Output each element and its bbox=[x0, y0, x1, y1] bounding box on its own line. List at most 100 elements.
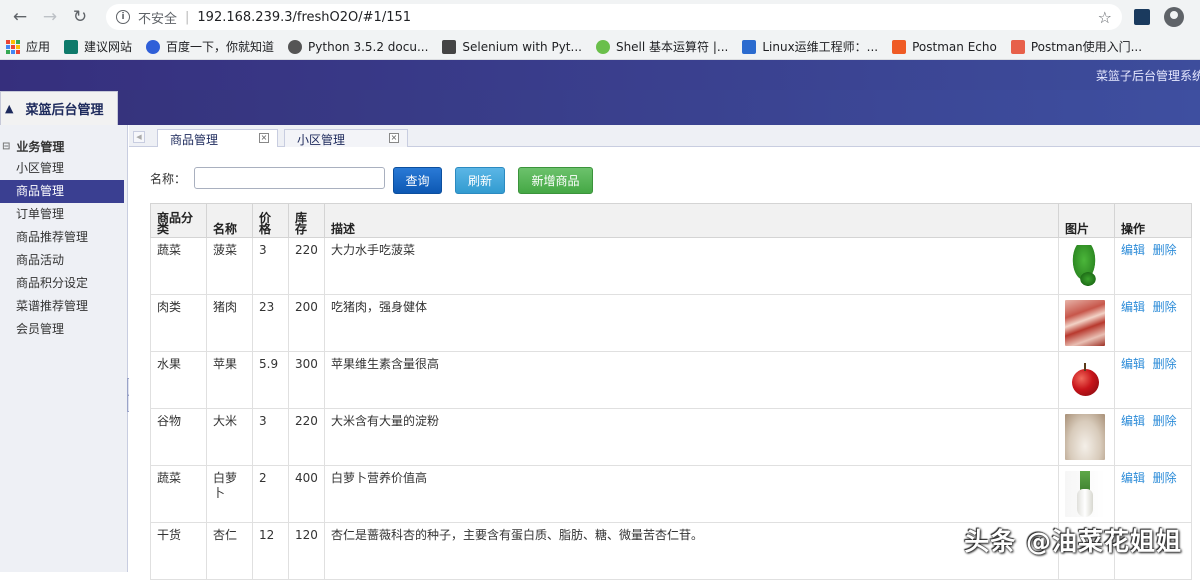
cell-name: 白萝卜 bbox=[207, 466, 253, 523]
search-label: 名称： bbox=[150, 170, 186, 187]
cell-name: 菠菜 bbox=[207, 238, 253, 295]
sidebar-item-activities[interactable]: 商品活动 bbox=[0, 249, 127, 272]
column-header-price[interactable]: 价格 bbox=[253, 204, 289, 238]
cell-stock: 200 bbox=[289, 295, 325, 352]
column-header-name[interactable]: 名称 bbox=[207, 204, 253, 238]
edit-link[interactable]: 编辑 bbox=[1121, 300, 1145, 314]
table-row: 水果 苹果 5.9 300 苹果维生素含量很高 编辑 删除 bbox=[151, 352, 1192, 409]
app-body: ⊟ 业务管理 小区管理 商品管理 订单管理 商品推荐管理 商品活动 商品积分设定… bbox=[0, 125, 1200, 572]
column-header-actions[interactable]: 操作 bbox=[1115, 204, 1192, 238]
column-header-stock[interactable]: 库存 bbox=[289, 204, 325, 238]
cell-category: 干货 bbox=[151, 523, 207, 580]
column-header-category[interactable]: 商品分类 bbox=[151, 204, 207, 238]
refresh-button[interactable]: 刷新 bbox=[455, 167, 505, 194]
sidebar-group-label: 业务管理 bbox=[16, 138, 64, 155]
extension-icon[interactable] bbox=[1134, 9, 1150, 25]
delete-link[interactable]: 删除 bbox=[1153, 471, 1177, 485]
spinach-image bbox=[1065, 243, 1105, 289]
address-bar[interactable]: i 不安全 | 192.168.239.3/freshO2O/#1/151 ☆ bbox=[106, 4, 1122, 30]
profile-icon[interactable] bbox=[1164, 7, 1184, 27]
sidebar-item-points[interactable]: 商品积分设定 bbox=[0, 272, 127, 295]
tab-community[interactable]: 小区管理 × bbox=[284, 129, 408, 148]
sidebar-group-header[interactable]: ⊟ 业务管理 bbox=[0, 135, 127, 157]
bookmarks-bar: 应用 建议网站 百度一下，你就知道 Python 3.5.2 docu... S… bbox=[0, 34, 1200, 60]
app-subheader: ▲ 菜篮后台管理 bbox=[0, 90, 1200, 125]
bookmark-item[interactable]: 建议网站 bbox=[64, 38, 132, 55]
bookmark-item[interactable]: Postman使用入门... bbox=[1011, 38, 1142, 55]
cell-name: 苹果 bbox=[207, 352, 253, 409]
cell-image bbox=[1059, 352, 1115, 409]
delete-link[interactable]: 删除 bbox=[1153, 414, 1177, 428]
cell-actions: 编辑 删除 bbox=[1115, 409, 1192, 466]
collapse-minus-icon[interactable]: ⊟ bbox=[2, 141, 10, 152]
bookmark-item[interactable]: Shell 基本运算符 |... bbox=[596, 38, 728, 55]
cell-image bbox=[1059, 295, 1115, 352]
cell-price: 3 bbox=[253, 409, 289, 466]
cell-image bbox=[1059, 466, 1115, 523]
bookmark-label: 建议网站 bbox=[84, 38, 132, 55]
brand-tab[interactable]: ▲ 菜篮后台管理 bbox=[0, 91, 118, 125]
add-product-button[interactable]: 新增商品 bbox=[518, 167, 593, 194]
forward-arrow-icon[interactable]: → bbox=[38, 5, 62, 29]
apple-image bbox=[1065, 357, 1105, 403]
column-header-description[interactable]: 描述 bbox=[325, 204, 1059, 238]
cell-description: 大力水手吃菠菜 bbox=[325, 238, 1059, 295]
edit-link[interactable]: 编辑 bbox=[1121, 414, 1145, 428]
bookmark-label: Linux运维工程师：... bbox=[762, 38, 878, 55]
sidebar-item-recipes[interactable]: 菜谱推荐管理 bbox=[0, 295, 127, 318]
postman-icon bbox=[892, 40, 906, 54]
edit-link[interactable]: 编辑 bbox=[1121, 357, 1145, 371]
cell-name: 杏仁 bbox=[207, 523, 253, 580]
bookmark-label: Shell 基本运算符 |... bbox=[616, 38, 728, 55]
back-arrow-icon[interactable]: ← bbox=[8, 5, 32, 29]
cell-actions: 编辑 删除 bbox=[1115, 238, 1192, 295]
url-text[interactable]: 192.168.239.3/freshO2O/#1/151 bbox=[197, 10, 411, 25]
info-icon[interactable]: i bbox=[116, 10, 130, 24]
bookmark-item[interactable]: Python 3.5.2 docu... bbox=[288, 40, 428, 54]
delete-link[interactable]: 删除 bbox=[1153, 300, 1177, 314]
cell-description: 大米含有大量的淀粉 bbox=[325, 409, 1059, 466]
radish-image bbox=[1065, 471, 1105, 517]
bookmark-item[interactable]: Linux运维工程师：... bbox=[742, 38, 878, 55]
close-icon[interactable]: × bbox=[259, 133, 269, 143]
cell-stock: 120 bbox=[289, 523, 325, 580]
sidebar-item-products[interactable]: 商品管理 bbox=[0, 180, 124, 203]
tab-label: 小区管理 bbox=[297, 131, 345, 148]
reload-icon[interactable]: ↻ bbox=[68, 5, 92, 29]
bookmark-item[interactable]: 百度一下，你就知道 bbox=[146, 38, 274, 55]
cell-actions: 编辑 删除 bbox=[1115, 352, 1192, 409]
sidebar-item-members[interactable]: 会员管理 bbox=[0, 318, 127, 341]
edit-link[interactable]: 编辑 bbox=[1121, 243, 1145, 257]
column-header-image[interactable]: 图片 bbox=[1059, 204, 1115, 238]
close-icon[interactable]: × bbox=[389, 133, 399, 143]
cell-stock: 220 bbox=[289, 409, 325, 466]
bookmark-item[interactable]: Postman Echo bbox=[892, 40, 997, 54]
delete-link[interactable]: 删除 bbox=[1153, 243, 1177, 257]
search-input[interactable] bbox=[194, 167, 385, 189]
bookmark-label: Postman使用入门... bbox=[1031, 38, 1142, 55]
bookmark-item[interactable]: Selenium with Pyt... bbox=[442, 40, 582, 54]
cell-price: 5.9 bbox=[253, 352, 289, 409]
cell-description: 吃猪肉，强身健体 bbox=[325, 295, 1059, 352]
bookmark-label: 应用 bbox=[26, 38, 50, 55]
delete-link[interactable]: 删除 bbox=[1153, 357, 1177, 371]
sidebar-item-recommend[interactable]: 商品推荐管理 bbox=[0, 226, 127, 249]
edit-link[interactable]: 编辑 bbox=[1121, 471, 1145, 485]
bing-icon bbox=[64, 40, 78, 54]
cell-price: 3 bbox=[253, 238, 289, 295]
cell-category: 谷物 bbox=[151, 409, 207, 466]
tab-scroll-left-icon[interactable]: ◀ bbox=[133, 131, 145, 143]
sidebar-item-community[interactable]: 小区管理 bbox=[0, 157, 127, 180]
bookmark-label: Python 3.5.2 docu... bbox=[308, 40, 428, 54]
sidebar-item-orders[interactable]: 订单管理 bbox=[0, 203, 127, 226]
baidu-icon bbox=[146, 40, 160, 54]
content-area: 名称： 查询 刷新 新增商品 商品分类 名称 价格 库存 描述 bbox=[129, 147, 1200, 572]
table-row: 谷物 大米 3 220 大米含有大量的淀粉 编辑 删除 bbox=[151, 409, 1192, 466]
book-icon bbox=[442, 40, 456, 54]
query-button[interactable]: 查询 bbox=[393, 167, 442, 194]
tab-products[interactable]: 商品管理 × bbox=[157, 129, 278, 148]
bookmark-apps[interactable]: 应用 bbox=[6, 38, 50, 55]
cell-image bbox=[1059, 238, 1115, 295]
jianshu-icon bbox=[1011, 40, 1025, 54]
bookmark-star-icon[interactable]: ☆ bbox=[1098, 8, 1112, 27]
